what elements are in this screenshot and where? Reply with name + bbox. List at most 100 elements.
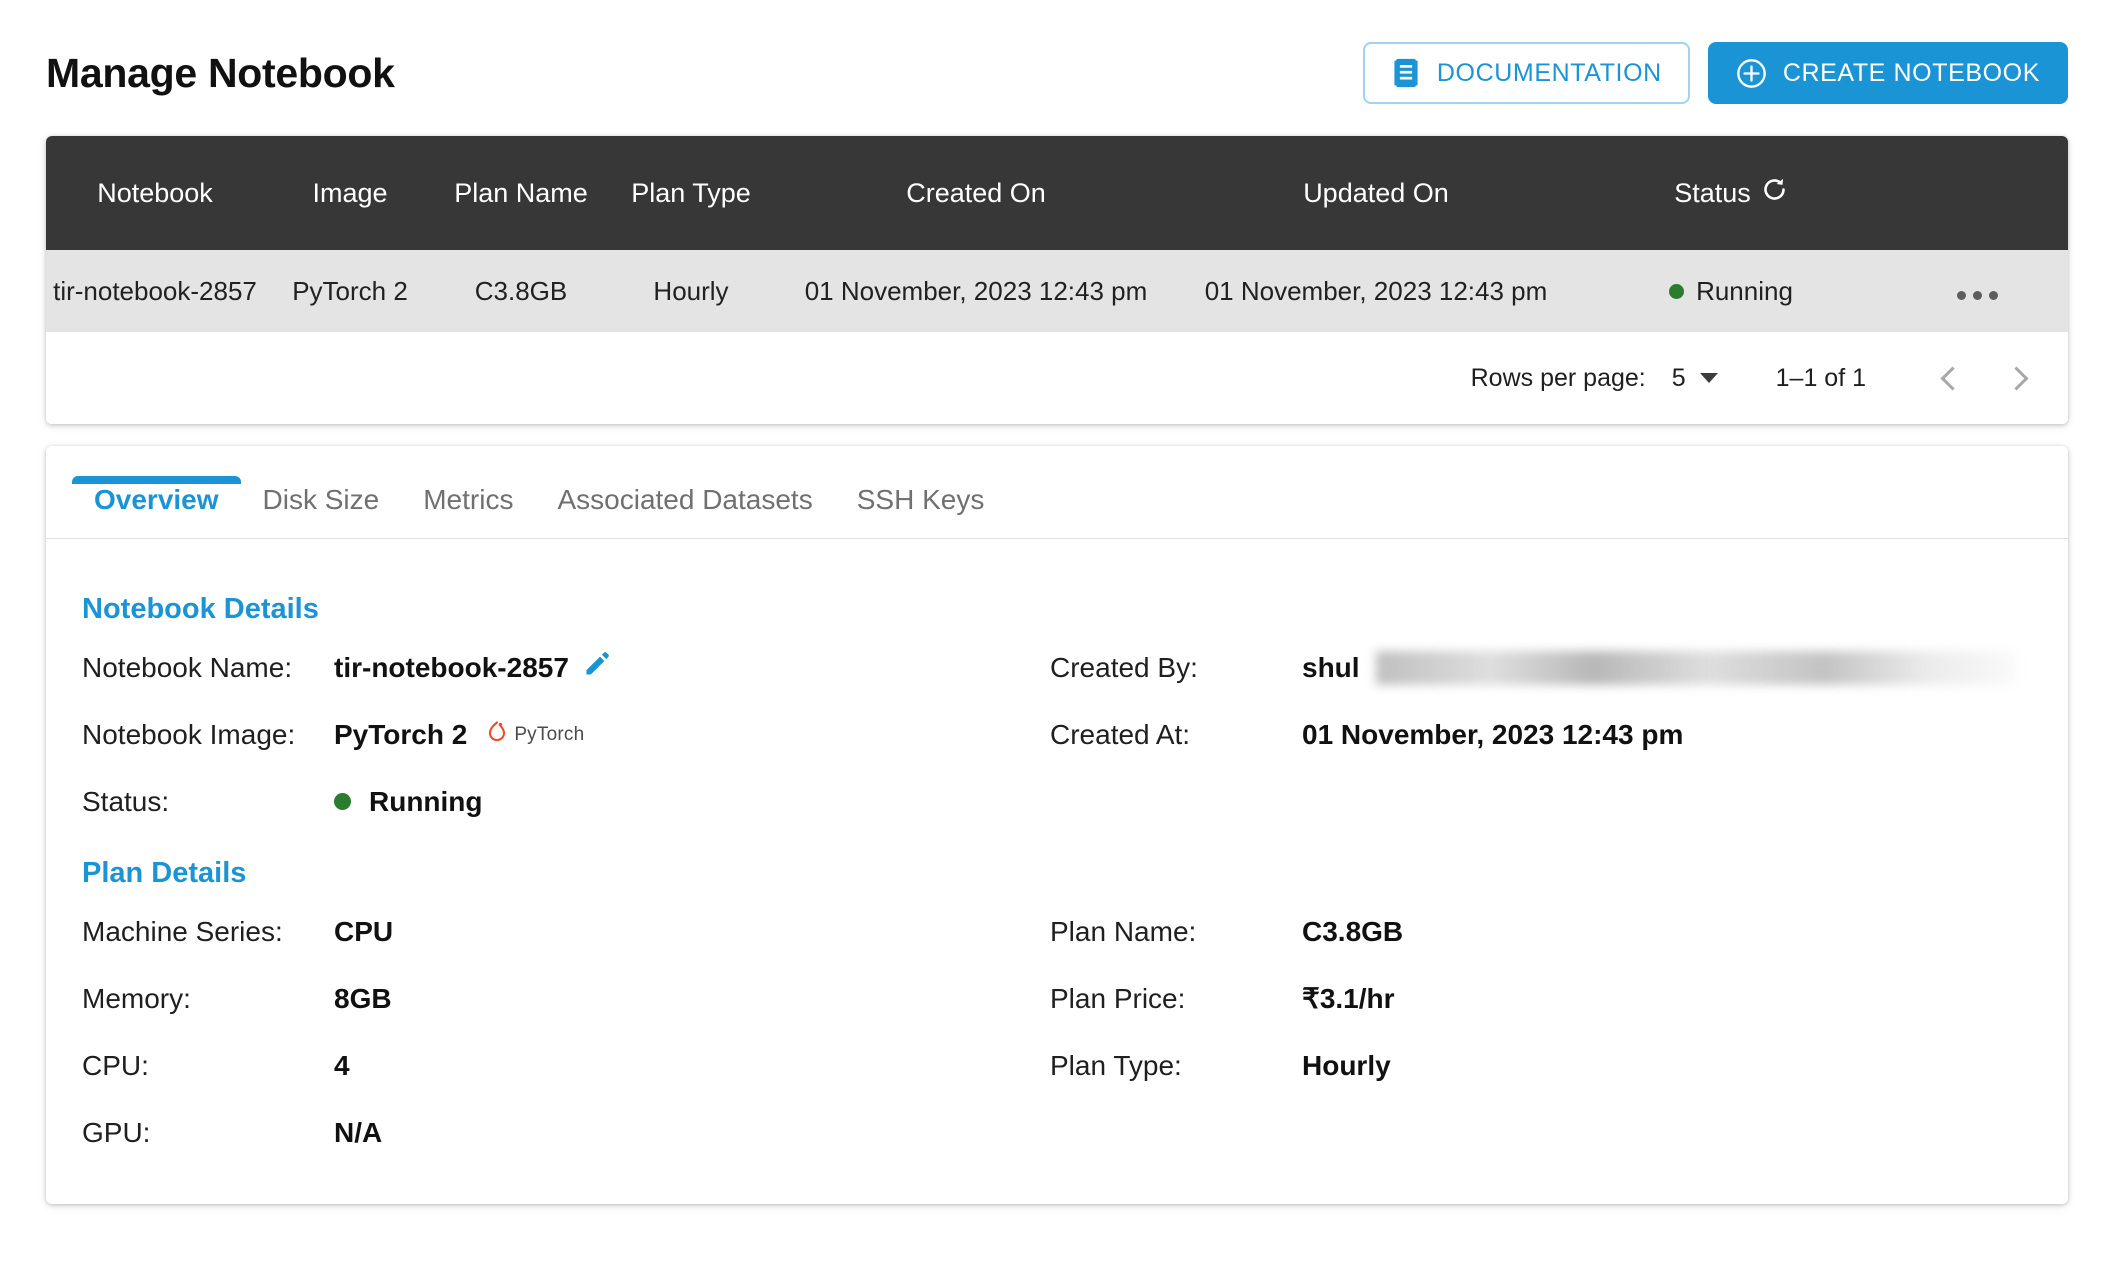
- column-header-actions: [1886, 136, 2068, 250]
- column-header-status[interactable]: Status: [1576, 136, 1886, 250]
- overview-grid: Notebook Details Notebook Name: tir-note…: [82, 593, 2028, 1166]
- chevron-down-icon: [1699, 373, 1718, 383]
- tab-metrics[interactable]: Metrics: [401, 484, 535, 538]
- field-notebook-image-label: Notebook Image:: [82, 718, 296, 750]
- notebook-details-card: Overview Disk Size Metrics Associated Da…: [46, 446, 2068, 1204]
- field-notebook-image-value: PyTorch 2: [334, 718, 468, 750]
- overview-tab-panel: Notebook Details Notebook Name: tir-note…: [46, 539, 2068, 1166]
- status-dot: [334, 793, 351, 810]
- field-machine-series-value: CPU: [334, 915, 394, 947]
- field-notebook-name: Notebook Name: tir-notebook-2857: [82, 634, 1050, 701]
- documentation-button-label: DOCUMENTATION: [1436, 58, 1662, 87]
- field-memory: Memory: 8GB: [82, 965, 1050, 1032]
- documentation-button[interactable]: DOCUMENTATION: [1362, 42, 1690, 104]
- tab-ssh-keys[interactable]: SSH Keys: [835, 484, 1007, 538]
- plus-circle-icon: [1736, 58, 1767, 89]
- field-created-by-value-wrap: shul: [1302, 650, 2016, 685]
- table-row[interactable]: tir-notebook-2857 PyTorch 2 C3.8GB Hourl…: [46, 250, 2068, 332]
- field-plan-type-label: Plan Type:: [1050, 1049, 1182, 1081]
- field-machine-series-label: Machine Series:: [82, 915, 283, 947]
- field-plan-price: Plan Price: ₹3.1/hr: [1050, 965, 2028, 1032]
- field-notebook-image-value-wrap: PyTorch 2 PyTorch: [334, 718, 584, 751]
- field-created-by: Created By: shul: [1050, 634, 2028, 701]
- field-machine-series: Machine Series: CPU: [82, 898, 1050, 965]
- field-created-by-label: Created By:: [1050, 651, 1198, 683]
- field-memory-value: 8GB: [334, 982, 392, 1014]
- chevron-left-icon: [1939, 365, 1965, 391]
- manage-notebook-page: Manage Notebook DOCUMENTATION CREATE NOT…: [0, 0, 2114, 1276]
- field-notebook-name-value-wrap: tir-notebook-2857: [334, 650, 611, 685]
- pytorch-logo: PyTorch: [485, 718, 584, 751]
- field-status-value: Running: [369, 785, 483, 817]
- field-notebook-image: Notebook Image: PyTorch 2 PyTorch: [82, 701, 1050, 768]
- field-plan-type: Plan Type: Hourly: [1050, 1032, 2028, 1099]
- field-created-by-value: shul: [1302, 651, 1360, 683]
- chevron-right-icon: [2003, 365, 2029, 391]
- refresh-icon[interactable]: [1761, 176, 1788, 210]
- tab-bar: Overview Disk Size Metrics Associated Da…: [46, 446, 2068, 539]
- field-notebook-name-value: tir-notebook-2857: [334, 651, 569, 683]
- next-page-button[interactable]: [1984, 346, 2048, 410]
- status-badge: Running: [1696, 276, 1793, 306]
- field-cpu: CPU: 4: [82, 1032, 1050, 1099]
- field-gpu-value: N/A: [334, 1116, 383, 1148]
- field-plan-price-label: Plan Price:: [1050, 982, 1186, 1014]
- edit-pencil-icon[interactable]: [583, 650, 611, 685]
- column-header-created-on[interactable]: Created On: [776, 136, 1176, 250]
- field-created-at-value: 01 November, 2023 12:43 pm: [1302, 718, 1684, 750]
- field-memory-label: Memory:: [82, 982, 191, 1014]
- article-icon: [1391, 57, 1421, 89]
- tab-disk-size[interactable]: Disk Size: [241, 484, 402, 538]
- notebook-details-title: Notebook Details: [82, 593, 319, 625]
- column-header-plan-type[interactable]: Plan Type: [606, 136, 776, 250]
- cell-image: PyTorch 2: [292, 275, 408, 306]
- field-status: Status: Running: [82, 768, 1050, 835]
- table-header: Notebook Image Plan Name Plan Type Creat…: [46, 136, 2068, 250]
- cell-status: Running: [1576, 250, 1886, 332]
- field-status-value-wrap: Running: [334, 786, 483, 818]
- cell-plan-type: Hourly: [653, 275, 729, 306]
- pytorch-logo-text: PyTorch: [514, 723, 585, 745]
- field-created-at-label: Created At:: [1050, 718, 1191, 750]
- field-gpu-label: GPU:: [82, 1116, 151, 1148]
- kebab-menu-icon[interactable]: [1956, 290, 1998, 300]
- rows-per-page-select[interactable]: 5: [1672, 364, 1718, 393]
- create-notebook-button-label: CREATE NOTEBOOK: [1782, 58, 2040, 87]
- field-cpu-value: 4: [334, 1049, 350, 1081]
- column-header-image[interactable]: Image: [264, 136, 436, 250]
- tab-overview[interactable]: Overview: [72, 476, 241, 538]
- notebook-table: Notebook Image Plan Name Plan Type Creat…: [46, 136, 2068, 332]
- column-header-status-label: Status: [1674, 177, 1751, 208]
- rows-per-page-label: Rows per page:: [1470, 363, 1646, 392]
- field-cpu-label: CPU:: [82, 1049, 149, 1081]
- table-header-row: Notebook Image Plan Name Plan Type Creat…: [46, 136, 2068, 250]
- field-plan-name-value: C3.8GB: [1302, 915, 1404, 947]
- cell-actions: [1886, 250, 2068, 332]
- cell-plan-name: C3.8GB: [474, 275, 568, 306]
- notebook-meta-column: Created By: shul Created At: 01 November…: [1050, 593, 2028, 1166]
- field-created-at: Created At: 01 November, 2023 12:43 pm: [1050, 701, 2028, 768]
- rows-per-page-value: 5: [1671, 363, 1686, 392]
- plan-details-title: Plan Details: [82, 857, 247, 889]
- column-header-plan-name[interactable]: Plan Name: [436, 136, 606, 250]
- tab-associated-datasets[interactable]: Associated Datasets: [535, 484, 834, 538]
- pagination-range: 1–1 of 1: [1775, 363, 1866, 392]
- right-column-spacer-status: [1050, 768, 2028, 835]
- pytorch-flame-icon: [485, 718, 509, 751]
- column-header-notebook[interactable]: Notebook: [46, 136, 264, 250]
- notebook-table-card: Notebook Image Plan Name Plan Type Creat…: [46, 136, 2068, 424]
- cell-created-on: 01 November, 2023 12:43 pm: [804, 275, 1148, 306]
- redacted-email: [1375, 650, 2016, 685]
- status-dot: [1669, 284, 1685, 299]
- field-status-label: Status:: [82, 785, 170, 817]
- cell-updated-on: 01 November, 2023 12:43 pm: [1204, 275, 1548, 306]
- create-notebook-button[interactable]: CREATE NOTEBOOK: [1707, 42, 2068, 104]
- previous-page-button[interactable]: [1920, 346, 1984, 410]
- field-gpu: GPU: N/A: [82, 1099, 1050, 1166]
- field-plan-name: Plan Name: C3.8GB: [1050, 898, 2028, 965]
- column-header-updated-on[interactable]: Updated On: [1176, 136, 1576, 250]
- field-notebook-name-label: Notebook Name:: [82, 651, 293, 683]
- cell-notebook: tir-notebook-2857: [53, 275, 257, 306]
- table-body: tir-notebook-2857 PyTorch 2 C3.8GB Hourl…: [46, 250, 2068, 332]
- page-header: Manage Notebook DOCUMENTATION CREATE NOT…: [46, 0, 2068, 136]
